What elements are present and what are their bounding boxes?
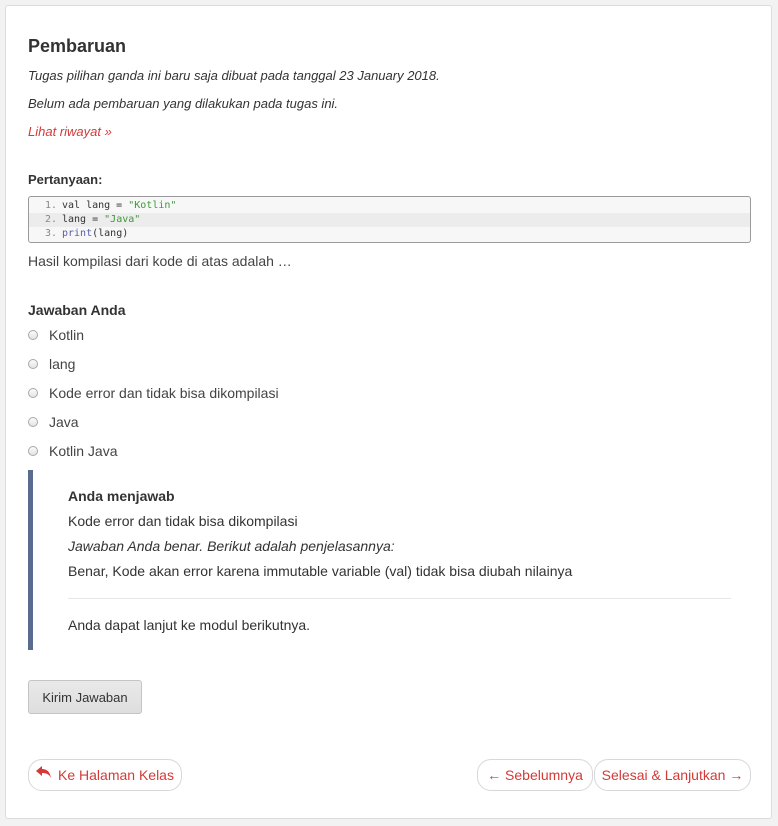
answer-option[interactable]: Kotlin	[28, 327, 84, 343]
code-line: 1. val lang = "Kotlin"	[29, 199, 750, 213]
answer-option-label: Java	[49, 414, 79, 430]
feedback-next-note: Anda dapat lanjut ke modul berikutnya.	[68, 617, 311, 633]
assignment-card: Pembaruan Tugas pilihan ganda ini baru s…	[5, 5, 772, 819]
code-string: "Java"	[104, 214, 141, 225]
history-link[interactable]: Lihat riwayat »	[28, 124, 112, 139]
answer-option[interactable]: Kode error dan tidak bisa dikompilasi	[28, 385, 279, 401]
feedback-panel: Anda menjawab Kode error dan tidak bisa …	[28, 470, 751, 650]
code-text: val lang =	[62, 200, 129, 211]
answer-option-label: Kode error dan tidak bisa dikompilasi	[49, 385, 279, 401]
update-title: Pembaruan	[28, 36, 127, 56]
question-prompt: Hasil kompilasi dari kode di atas adalah…	[28, 253, 292, 269]
code-block: 1. val lang = "Kotlin" 2. lang = "Java" …	[28, 196, 751, 243]
line-number: 2.	[44, 214, 57, 225]
radio-button[interactable]	[28, 359, 38, 369]
code-line: 2. lang = "Java"	[29, 213, 750, 227]
feedback-correct-note: Jawaban Anda benar. Berikut adalah penje…	[68, 538, 395, 554]
answer-option-label: Kotlin	[49, 327, 85, 343]
back-to-class-button[interactable]: Ke Halaman Kelas	[28, 759, 182, 791]
code-string: "Kotlin"	[128, 200, 177, 211]
reply-arrow-icon	[36, 766, 52, 784]
radio-button[interactable]	[28, 330, 38, 340]
line-number: 3.	[44, 228, 57, 239]
radio-button[interactable]	[28, 417, 38, 427]
radio-button[interactable]	[28, 446, 38, 456]
line-number: 1.	[44, 200, 57, 211]
answer-option[interactable]: Java	[28, 414, 79, 430]
previous-button[interactable]: ← Sebelumnya	[477, 759, 593, 791]
answer-option-label: lang	[49, 356, 76, 372]
feedback-divider	[68, 598, 731, 599]
created-note: Tugas pilihan ganda ini baru saja dibuat…	[28, 68, 440, 83]
finish-next-button[interactable]: Selesai & Lanjutkan →	[594, 759, 751, 791]
radio-button[interactable]	[28, 388, 38, 398]
answer-option[interactable]: Kotlin Java	[28, 443, 117, 459]
back-to-class-label: Ke Halaman Kelas	[58, 767, 174, 783]
answer-option[interactable]: lang	[28, 356, 75, 372]
feedback-answer: Kode error dan tidak bisa dikompilasi	[68, 513, 298, 529]
feedback-explanation: Benar, Kode akan error karena immutable …	[68, 563, 573, 579]
code-function: print	[62, 228, 93, 239]
code-text: lang =	[62, 214, 105, 225]
answers-label: Jawaban Anda	[28, 302, 126, 318]
no-updates-note: Belum ada pembaruan yang dilakukan pada …	[28, 96, 339, 111]
submit-answer-button[interactable]: Kirim Jawaban	[28, 680, 142, 714]
feedback-title: Anda menjawab	[68, 488, 175, 504]
question-label: Pertanyaan:	[28, 172, 103, 187]
code-text: (lang)	[92, 228, 129, 239]
answer-option-label: Kotlin Java	[49, 443, 118, 459]
code-line: 3. print (lang)	[29, 227, 750, 241]
